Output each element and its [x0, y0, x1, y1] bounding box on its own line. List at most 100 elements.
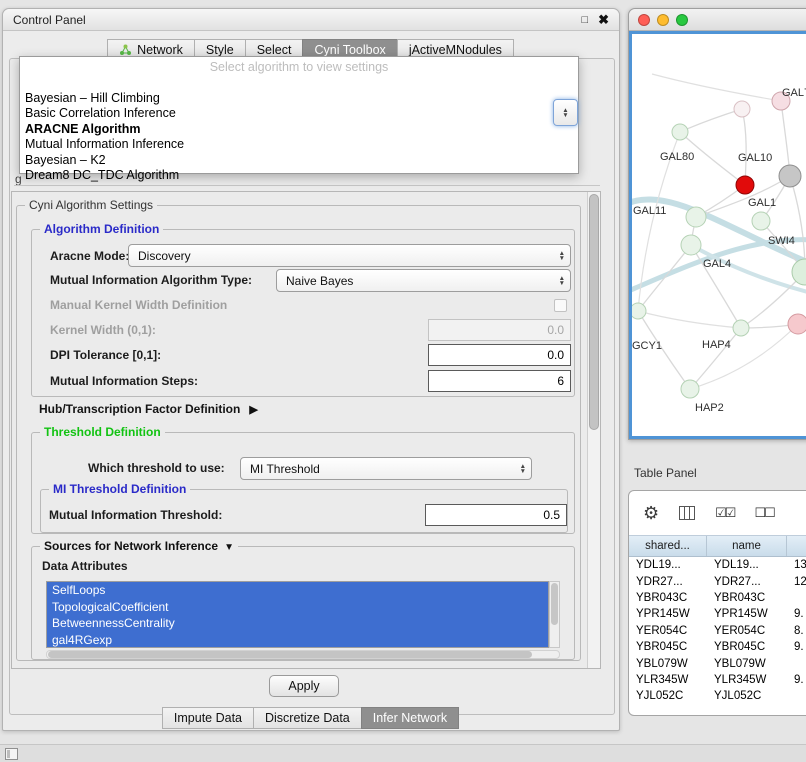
- minimize-traffic-light-icon[interactable]: [657, 14, 669, 26]
- combo-arrows-icon: ▲▼: [515, 464, 531, 474]
- dpi-tolerance-input[interactable]: [428, 344, 571, 366]
- attributes-vertical-scrollbar[interactable]: [549, 581, 560, 648]
- table-row[interactable]: YER054CYER054C8.: [629, 623, 806, 639]
- combo-value: MI Threshold: [241, 462, 515, 476]
- node-label: GCY1: [632, 340, 662, 352]
- table-body: YDL19...YDL19...13YDR27...YDR27...12YBR0…: [629, 557, 806, 715]
- kernel-width-input[interactable]: [428, 319, 571, 341]
- columns-icon[interactable]: [679, 506, 695, 520]
- algorithm-option[interactable]: Mutual Information Inference: [20, 137, 578, 152]
- node-label: HAP4: [702, 339, 731, 351]
- algorithm-option[interactable]: Basic Correlation Inference: [20, 106, 578, 121]
- network-node[interactable]: [734, 101, 750, 117]
- combo-value: Discovery: [129, 249, 554, 263]
- tab-impute-data[interactable]: Impute Data: [162, 707, 254, 729]
- table-row[interactable]: YPR145WYPR145W9.: [629, 606, 806, 622]
- network-node[interactable]: [681, 380, 699, 398]
- algorithm-popup-items: Bayesian – Hill ClimbingBasic Correlatio…: [20, 91, 578, 183]
- attribute-list-item[interactable]: TopologicalCoefficient: [47, 599, 548, 616]
- table-cell: YBR043C: [629, 592, 707, 604]
- mi-threshold-input[interactable]: [425, 504, 567, 526]
- table-cell: YBR045C: [629, 641, 707, 653]
- attributes-horizontal-scrollbar[interactable]: [46, 650, 560, 659]
- network-node[interactable]: [779, 165, 801, 187]
- table-row[interactable]: YBL079WYBL079W: [629, 655, 806, 671]
- network-node[interactable]: [686, 207, 706, 227]
- network-canvas[interactable]: GAL7GAL80GAL10GAL11GAL1SWI4GAL4GCY1HAP4H…: [629, 31, 806, 439]
- dpi-tolerance-label: DPI Tolerance [0,1]:: [50, 348, 161, 362]
- combo-arrows-icon: ▲▼: [557, 108, 573, 118]
- select-all-checkboxes-icon[interactable]: ☑☑: [715, 505, 734, 521]
- table-cell: 12: [787, 576, 806, 588]
- algorithm-option[interactable]: Bayesian – K2: [20, 153, 578, 168]
- close-window-icon[interactable]: ✖: [598, 12, 609, 28]
- network-node[interactable]: [681, 235, 701, 255]
- attribute-list-item[interactable]: gal4RGexp: [47, 632, 548, 649]
- attribute-list-item[interactable]: BetweennessCentrality: [47, 615, 548, 632]
- table-cell: YDL19...: [707, 559, 787, 571]
- which-threshold-combo[interactable]: MI Threshold ▲▼: [240, 457, 532, 480]
- table-row[interactable]: YBR043CYBR043C: [629, 590, 806, 606]
- apply-button[interactable]: Apply: [269, 675, 339, 697]
- table-row[interactable]: YJL052CYJL052C: [629, 688, 806, 704]
- algorithm-option[interactable]: ARACNE Algorithm: [20, 122, 578, 137]
- table-cell: YDR27...: [629, 576, 707, 588]
- network-edge: [652, 74, 781, 101]
- table-row[interactable]: YLR345WYLR345W9.: [629, 672, 806, 688]
- table-cell: YBR045C: [707, 641, 787, 653]
- network-node[interactable]: [672, 124, 688, 140]
- panel-toggle-icon[interactable]: [5, 748, 18, 760]
- data-attributes-list[interactable]: SelfLoopsTopologicalCoefficientBetweenne…: [46, 581, 549, 648]
- mi-algorithm-type-combo[interactable]: Naive Bayes ▲▼: [276, 269, 571, 292]
- column-header[interactable]: [787, 536, 806, 556]
- network-node[interactable]: [788, 314, 806, 334]
- network-edge: [680, 109, 742, 132]
- algorithm-combo-button[interactable]: ▲▼: [553, 99, 578, 126]
- network-node[interactable]: [736, 176, 754, 194]
- network-node[interactable]: [733, 320, 749, 336]
- which-threshold-label: Which threshold to use:: [88, 461, 225, 475]
- expand-down-icon: ▼: [224, 542, 234, 553]
- table-panel-window: ⚙ ☑☑ ☐☐ shared... name YDL19...YDL19...1…: [628, 490, 806, 716]
- deselect-all-checkboxes-icon[interactable]: ☐☐: [754, 505, 773, 521]
- table-cell: YJL052C: [707, 690, 787, 702]
- cyni-bottom-tab-bar: Impute Data Discretize Data Infer Networ…: [3, 707, 619, 729]
- scrollbar-thumb[interactable]: [551, 583, 558, 625]
- column-header[interactable]: name: [707, 536, 787, 556]
- tab-label: Network: [137, 43, 183, 57]
- table-cell: 13: [787, 559, 806, 571]
- mi-steps-input[interactable]: [428, 370, 571, 392]
- mi-threshold-definition-group: MI Threshold Definition Mutual Informati…: [40, 489, 568, 533]
- node-label: GAL4: [703, 258, 731, 270]
- table-row[interactable]: YBR045CYBR045C9.: [629, 639, 806, 655]
- threshold-definition-group: Threshold Definition Which threshold to …: [31, 432, 575, 534]
- scrollbar-thumb[interactable]: [589, 194, 599, 430]
- algorithm-option[interactable]: Dream8 DC_TDC Algorithm: [20, 168, 578, 183]
- scrollbar-thumb[interactable]: [48, 651, 532, 658]
- table-row[interactable]: YDR27...YDR27...12: [629, 573, 806, 589]
- cyni-algorithm-settings-group: Cyni Algorithm Settings Algorithm Defini…: [16, 205, 581, 661]
- zoom-traffic-light-icon[interactable]: [676, 14, 688, 26]
- float-window-icon[interactable]: □: [581, 14, 588, 26]
- gear-icon[interactable]: ⚙: [643, 503, 659, 524]
- network-node[interactable]: [632, 303, 646, 319]
- algorithm-placeholder: Select algorithm to view settings: [20, 60, 578, 75]
- manual-kernel-width-checkbox[interactable]: [554, 299, 567, 312]
- algorithm-option[interactable]: Bayesian – Hill Climbing: [20, 91, 578, 106]
- tab-infer-network[interactable]: Infer Network: [361, 707, 459, 729]
- network-node[interactable]: [792, 259, 806, 285]
- sources-toggle[interactable]: Sources for Network Inference▼: [40, 539, 238, 553]
- combo-arrows-icon: ▲▼: [554, 276, 570, 286]
- tab-discretize-data[interactable]: Discretize Data: [253, 707, 362, 729]
- column-header[interactable]: shared...: [629, 536, 707, 556]
- attribute-list-item[interactable]: SelfLoops: [47, 582, 548, 599]
- network-node[interactable]: [752, 212, 770, 230]
- close-traffic-light-icon[interactable]: [638, 14, 650, 26]
- settings-scrollbar[interactable]: [587, 192, 600, 668]
- manual-kernel-width-label: Manual Kernel Width Definition: [50, 298, 227, 312]
- table-cell: YPR145W: [629, 608, 707, 620]
- hub-definition-toggle[interactable]: Hub/Transcription Factor Definition▶: [39, 402, 258, 416]
- table-row[interactable]: YDL19...YDL19...13: [629, 557, 806, 573]
- node-label: HAP2: [695, 402, 724, 414]
- aracne-mode-combo[interactable]: Discovery ▲▼: [128, 244, 571, 267]
